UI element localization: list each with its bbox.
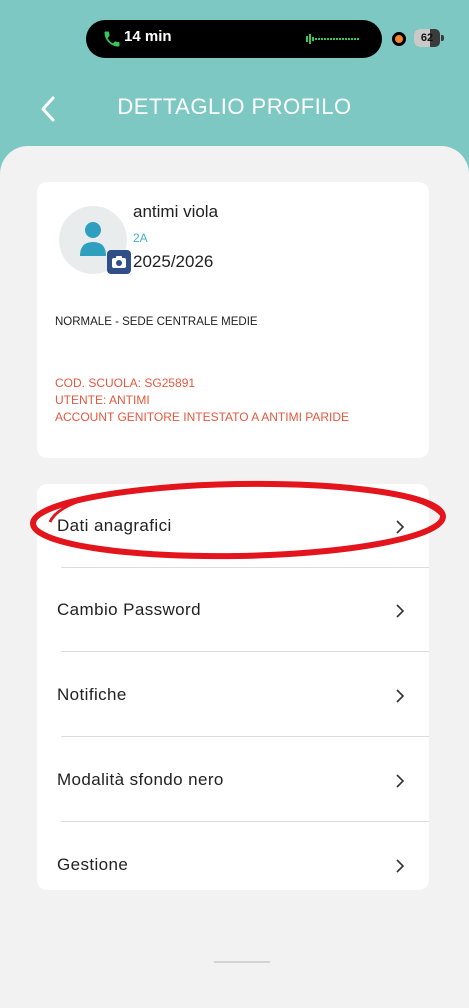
chevron-right-icon <box>396 689 405 703</box>
recording-indicator-icon <box>392 32 406 46</box>
divider <box>61 736 429 737</box>
school-year: 2025/2026 <box>133 252 214 271</box>
home-indicator <box>214 961 270 963</box>
school-code: COD. SCUOLA: SG25891 <box>55 376 196 390</box>
menu-item-label: Modalità sfondo nero <box>57 770 224 789</box>
profile-card: antimi viola 2A 2025/2026 NORMALE - SEDE… <box>37 182 429 458</box>
menu-item-cambio-password[interactable]: Cambio Password <box>37 568 429 652</box>
battery-level: 62 <box>420 32 434 44</box>
call-duration: 14 min <box>124 28 172 45</box>
page-title: DETTAGLIO PROFILO <box>117 94 352 119</box>
divider <box>61 651 429 652</box>
student-name: antimi viola <box>133 202 219 221</box>
menu-item-label: Gestione <box>57 855 129 874</box>
school-type: NORMALE - SEDE CENTRALE MEDIE <box>55 316 258 328</box>
change-photo-button[interactable] <box>107 250 131 274</box>
chevron-right-icon <box>396 859 405 873</box>
chevron-right-icon <box>396 774 405 788</box>
account-owner: ACCOUNT GENITORE INTESTATO A ANTIMI PARI… <box>55 410 350 424</box>
menu-item-label: Notifiche <box>57 685 127 704</box>
phone-call-icon <box>104 31 120 47</box>
battery-icon: 62 <box>414 29 440 47</box>
menu-item-notifiche[interactable]: Notifiche <box>37 653 429 737</box>
highlight-ellipse-annotation <box>30 480 446 560</box>
username: UTENTE: ANTIMI <box>55 393 150 407</box>
menu-item-gestione[interactable]: Gestione <box>37 823 429 907</box>
audio-waveform-icon <box>306 34 359 44</box>
status-bar: 14 min 62 <box>0 0 469 80</box>
student-class: 2A <box>133 231 148 245</box>
divider <box>61 821 429 822</box>
camera-icon <box>112 256 126 268</box>
battery-tip <box>441 35 444 41</box>
menu-item-label: Cambio Password <box>57 600 201 619</box>
menu-item-modalita-sfondo-nero[interactable]: Modalità sfondo nero <box>37 738 429 822</box>
dynamic-island[interactable]: 14 min <box>86 20 382 58</box>
chevron-right-icon <box>396 604 405 618</box>
